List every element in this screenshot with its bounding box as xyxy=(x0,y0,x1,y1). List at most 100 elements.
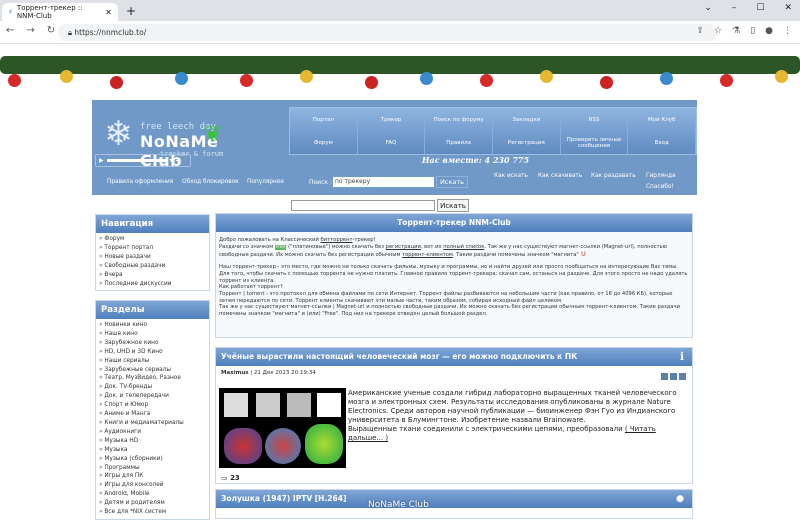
link-how-search[interactable]: Как искать xyxy=(494,173,528,179)
menu-forum-search[interactable]: Поиск по форуму xyxy=(425,108,493,131)
global-search-button[interactable]: Искать xyxy=(437,199,469,212)
full-list-link[interactable]: полный список xyxy=(443,244,484,250)
intro-paragraph: Наш торрент-трекер - это место, где можн… xyxy=(219,264,688,284)
nav-item[interactable]: Форум xyxy=(96,235,209,244)
close-tab-icon[interactable]: ✕ xyxy=(105,8,112,17)
butterfly-icon: ❦ xyxy=(204,122,223,147)
section-item[interactable]: Наши сериалы xyxy=(96,357,209,366)
tab-search-icon[interactable]: ⌄ xyxy=(704,3,712,13)
menu-portal[interactable]: Портал xyxy=(290,108,358,131)
play-icon[interactable]: ▶ xyxy=(99,157,104,164)
section-item[interactable]: Док. и телепередачи xyxy=(96,392,209,401)
volume-icon[interactable]: ◀ xyxy=(176,157,181,164)
menu-my-club[interactable]: Мой Клуб xyxy=(628,108,696,131)
nav-item[interactable]: Новые раздачи xyxy=(96,253,209,262)
section-item[interactable]: Новинки кино xyxy=(96,321,209,330)
section-item[interactable]: Музыка xyxy=(96,446,209,455)
news-title[interactable]: Учёные вырастили настоящий человеческий … xyxy=(221,352,577,361)
reload-icon[interactable]: ↻ xyxy=(47,25,55,36)
intro-text: , вот их xyxy=(420,243,442,250)
comment-count[interactable]: 23 xyxy=(230,474,240,482)
menu-tracker[interactable]: Трекер xyxy=(358,108,426,131)
sidepanel-icon[interactable]: ▯ xyxy=(750,26,755,36)
nav-item[interactable]: Последние дискуссии xyxy=(96,280,209,289)
share-icon[interactable]: ⇪ xyxy=(696,26,704,36)
section-item[interactable]: Музыка HD xyxy=(96,437,209,446)
section-item[interactable]: Музыка (сборники) xyxy=(96,455,209,464)
browser-tab[interactable]: ⚡ Торрент-трекер :: NNM-Club ✕ xyxy=(2,3,118,21)
menu-login[interactable]: Вход xyxy=(628,131,696,154)
intro-text: . Такие раздачи помечены значком "магнит… xyxy=(452,252,579,259)
tracker-search-button[interactable]: Искать xyxy=(436,176,468,188)
magnet-icon: ∪ xyxy=(580,249,587,259)
section-item[interactable]: Зарубежные сериалы xyxy=(96,366,209,375)
link-how-seed[interactable]: Как раздавать xyxy=(591,173,636,179)
url-field[interactable]: 🔒︎ https://nnmclub.to/ xyxy=(58,24,718,41)
new-tab-button[interactable]: + xyxy=(126,4,136,18)
menu-rss[interactable]: RSS xyxy=(561,108,629,131)
nav-item[interactable]: Вчера xyxy=(96,271,209,280)
menu-register[interactable]: Регистрация xyxy=(493,131,561,154)
link-popular[interactable]: Популярное xyxy=(247,179,284,185)
search-label: Поиск : xyxy=(309,179,332,186)
dropdown-icon[interactable]: ▾ xyxy=(170,157,173,164)
section-item[interactable]: Наше кино xyxy=(96,330,209,339)
news-image[interactable] xyxy=(219,388,346,468)
link-bypass[interactable]: Обход блокировок xyxy=(182,179,239,185)
section-item[interactable]: Зарубежное кино xyxy=(96,339,209,348)
vk-share-icon[interactable] xyxy=(679,373,686,380)
menu-icon[interactable]: ⋮ xyxy=(783,26,792,36)
maximize-button[interactable]: ☐ xyxy=(756,3,764,13)
section-item[interactable]: Спорт и Юмор xyxy=(96,401,209,410)
registration-link[interactable]: регистрации xyxy=(386,244,421,250)
news-author[interactable]: Maximus xyxy=(221,370,249,376)
nav-item[interactable]: Торрент портал xyxy=(96,244,209,253)
menu-bookmarks[interactable]: Закладки xyxy=(493,108,561,131)
section-item[interactable]: HD, UHD и 3D Кино xyxy=(96,348,209,357)
section-item[interactable]: Аниме и Манга xyxy=(96,410,209,419)
menu-faq[interactable]: FAQ xyxy=(358,131,426,154)
close-window-button[interactable]: ✕ xyxy=(784,3,792,13)
facebook-share-icon[interactable] xyxy=(670,373,677,380)
bittorrent-link[interactable]: битторрент xyxy=(321,237,353,243)
sections-panel: Разделы Новинки киноНаше киноЗарубежное … xyxy=(95,300,210,520)
site-logo[interactable]: ❄ free leech day NoNaMe Club tracker & f… xyxy=(100,108,240,170)
tracker-search-input[interactable]: по трекеру xyxy=(333,177,434,187)
section-item[interactable]: Программы xyxy=(96,464,209,473)
post-title[interactable]: Золушка (1947) IPTV [H.264] xyxy=(221,494,346,503)
section-item[interactable]: Док. TV-бренды xyxy=(96,383,209,392)
section-item[interactable]: Книги и медиаматериалы xyxy=(96,419,209,428)
news-text: Выращенные ткани соединили с электрическ… xyxy=(348,425,623,433)
audio-player[interactable]: ▶ ▾ ◀ xyxy=(95,154,191,167)
section-item[interactable]: Аудиокниги xyxy=(96,428,209,437)
extension-icon[interactable]: ⚗ xyxy=(732,26,740,36)
intro-text: Добро пожаловать на Классический xyxy=(219,237,319,243)
menu-messages[interactable]: Проверить личные сообщения xyxy=(561,131,629,154)
back-icon[interactable]: ← xyxy=(6,25,14,36)
bookmark-star-icon[interactable]: ☆ xyxy=(714,26,722,36)
player-progress[interactable] xyxy=(106,159,167,162)
link-garland[interactable]: Гирлянда xyxy=(646,173,676,179)
torrent-client-link[interactable]: торрент-клиентом xyxy=(402,252,453,258)
news-text: Американские ученые создали гибрид лабор… xyxy=(348,389,677,424)
navigation-title: Навигация xyxy=(96,215,209,233)
twitter-share-icon[interactable] xyxy=(661,373,668,380)
section-item[interactable]: Игры для ПК xyxy=(96,472,209,481)
section-item[interactable]: Игры для консолей xyxy=(96,481,209,490)
sections-title: Разделы xyxy=(96,301,209,319)
menu-rules[interactable]: Правила xyxy=(425,131,493,154)
link-how-download[interactable]: Как скачивать xyxy=(538,173,582,179)
link-design-rules[interactable]: Правила оформления xyxy=(107,179,173,185)
section-item[interactable]: Театр, МузВидео, Разное xyxy=(96,374,209,383)
section-item[interactable]: Android, Mobile xyxy=(96,490,209,499)
news-date: | 21 Дек 2023 20:19:34 xyxy=(250,370,316,376)
minimize-button[interactable]: – xyxy=(732,3,737,13)
global-search-input[interactable] xyxy=(291,200,435,211)
forward-icon[interactable]: → xyxy=(26,25,34,36)
address-bar-row: ← → ↻ 🔒︎ https://nnmclub.to/ ⇪ ☆ ⚗ ▯ ● ⋮ xyxy=(0,21,800,44)
profile-icon[interactable]: ● xyxy=(765,26,773,36)
link-thanks[interactable]: Спасибо! xyxy=(646,184,674,190)
section-item[interactable]: Детям и родителям xyxy=(96,499,209,508)
menu-forum[interactable]: Форум xyxy=(290,131,358,154)
nav-item[interactable]: Свободные раздачи xyxy=(96,262,209,271)
